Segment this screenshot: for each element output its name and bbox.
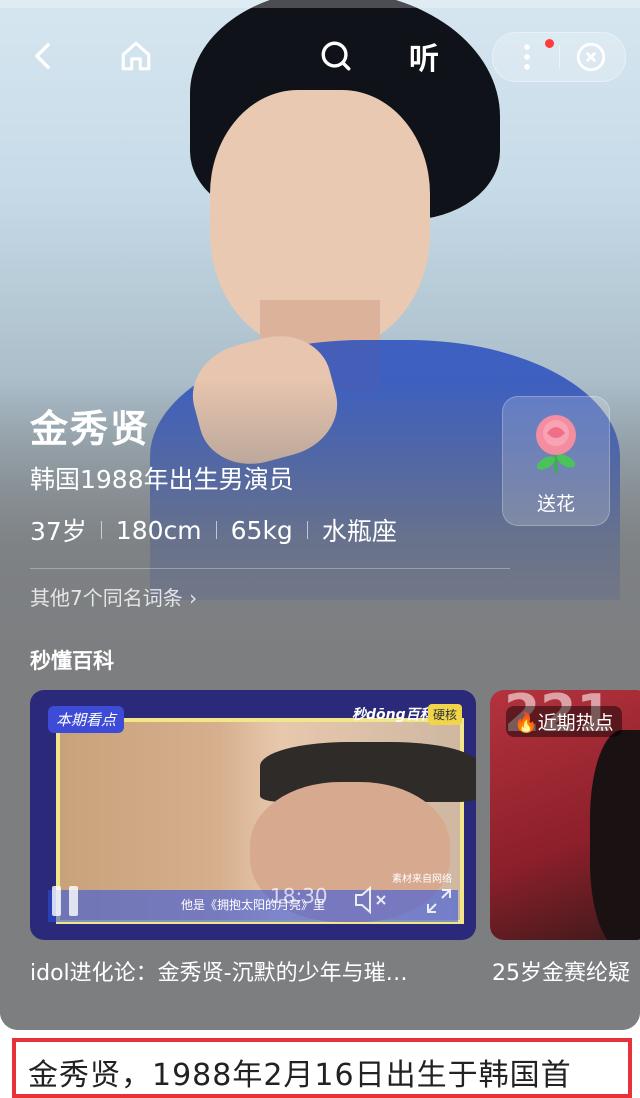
subtitle-text: 他是《拥抱太阳的月亮》里 xyxy=(180,898,325,912)
send-flower-button[interactable]: 送花 xyxy=(502,396,610,526)
pause-icon[interactable] xyxy=(50,886,82,916)
rose-icon xyxy=(536,415,576,473)
home-icon xyxy=(121,41,151,71)
stat-weight: 65kg xyxy=(230,515,293,545)
brand-logo: 秒dōng百科 xyxy=(352,707,434,723)
person-stats: 37岁 180cm 65kg 水瓶座 xyxy=(30,512,397,548)
video-title[interactable]: idol进化论：金秀贤-沉默的少年与璀… xyxy=(30,955,470,987)
mini-program-capsule xyxy=(492,32,626,82)
section-title: 秒懂百科 xyxy=(30,649,114,673)
stat-zodiac: 水瓶座 xyxy=(321,517,397,546)
stat-age: 37岁 xyxy=(30,517,87,546)
back-arrow-icon xyxy=(35,42,50,70)
article-text: 金秀贤，1988年2月16日出生于韩国首 xyxy=(28,1058,572,1093)
more-button[interactable] xyxy=(503,33,554,81)
hero-banner: 听 金秀贤 韩国1988年出生男演员 37岁 180cm 65kg 水瓶座 其他… xyxy=(0,0,640,1030)
hot-badge-label: 近期热点 xyxy=(537,712,614,734)
close-button[interactable] xyxy=(567,33,615,81)
search-icon xyxy=(321,41,351,71)
stat-divider xyxy=(100,521,102,539)
stat-divider xyxy=(306,521,308,539)
listen-button[interactable]: 听 xyxy=(400,32,448,80)
notification-dot xyxy=(545,39,554,48)
highlight-badge: 本期看点 xyxy=(48,706,125,733)
source-note: 素材来自网络 xyxy=(392,874,452,885)
video-title[interactable]: 25岁金赛纶疑 xyxy=(492,955,640,987)
person-name: 金秀贤 xyxy=(30,407,151,451)
search-button[interactable] xyxy=(312,32,360,80)
fullscreen-icon[interactable] xyxy=(424,886,454,916)
video-card[interactable]: 本期看点 秒dōng百科 硬核 素材来自网络 他是《拥抱太阳的月亮》里 18:3… xyxy=(30,690,476,940)
info-divider xyxy=(30,568,510,569)
capsule-divider xyxy=(559,45,560,69)
home-button[interactable] xyxy=(112,32,160,80)
brand-tag: 硬核 xyxy=(428,704,463,725)
other-entries-link[interactable]: 其他7个同名词条 › xyxy=(30,582,197,611)
close-circle-icon xyxy=(576,42,606,72)
thumbnail-figure xyxy=(590,730,640,940)
subtitle-bar: 他是《拥抱太阳的月亮》里 xyxy=(48,890,458,922)
status-bar xyxy=(0,0,640,8)
video-card[interactable]: 221 🔥近期热点 xyxy=(490,690,640,940)
stat-height: 180cm xyxy=(115,515,202,545)
listen-label: 听 xyxy=(409,42,439,77)
mute-icon[interactable] xyxy=(352,884,392,916)
back-button[interactable] xyxy=(20,32,68,80)
fire-icon: 🔥 xyxy=(514,712,538,734)
stat-divider xyxy=(215,521,217,539)
video-duration: 18:30 xyxy=(270,884,328,908)
send-flower-label: 送花 xyxy=(536,493,575,515)
more-vertical-icon xyxy=(524,44,530,70)
person-description: 韩国1988年出生男演员 xyxy=(30,465,294,494)
hot-badge: 🔥近期热点 xyxy=(506,706,622,737)
